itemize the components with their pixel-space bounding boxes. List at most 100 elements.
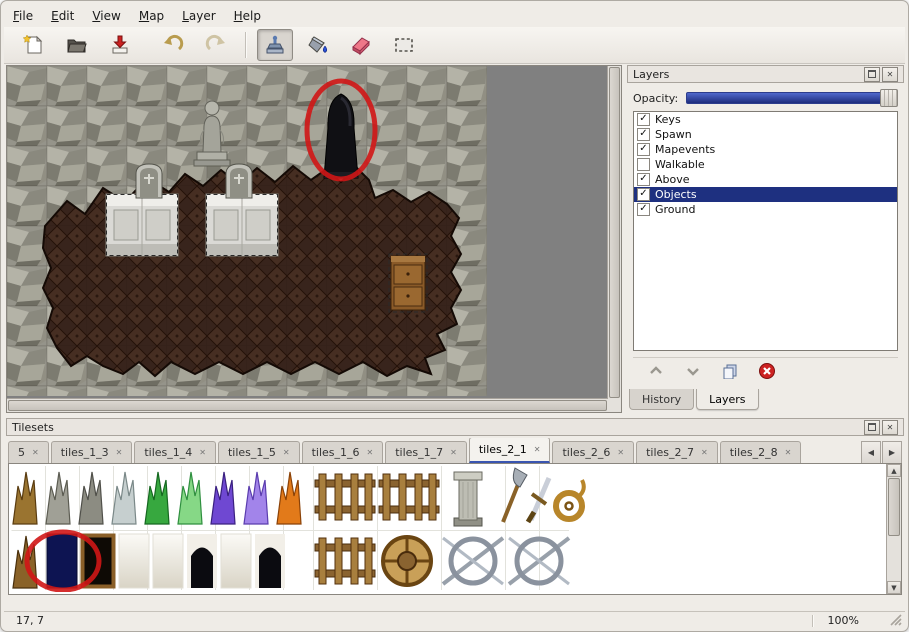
layer-row-keys[interactable]: ✓ Keys (634, 112, 897, 127)
tab-close-icon[interactable]: ✕ (32, 448, 39, 457)
duplicate-layer-button[interactable] (719, 361, 741, 381)
tab-layers[interactable]: Layers (696, 389, 758, 410)
tileset-tab-tiles_2_1[interactable]: tiles_2_1✕ (469, 438, 551, 463)
white-fade-tile[interactable] (153, 534, 183, 588)
layer-row-mapevents[interactable]: ✓ Mapevents (634, 142, 897, 157)
layer-visibility-checkbox[interactable]: ✓ (637, 128, 650, 141)
cursor-position: 17, 7 (16, 614, 798, 627)
map-vertical-scrollbar[interactable] (607, 66, 621, 399)
tab-close-icon[interactable]: ✕ (116, 448, 123, 457)
dark-arch-tile[interactable] (187, 534, 217, 588)
turntable-tile[interactable] (383, 537, 431, 585)
tileset-tab-tiles_2_6[interactable]: tiles_2_6✕ (552, 441, 634, 463)
layer-row-ground[interactable]: ✓ Ground (634, 202, 897, 217)
redo-button[interactable] (198, 29, 234, 61)
menu-help[interactable]: Help (225, 6, 270, 26)
tileset-tab-tiles_2_7[interactable]: tiles_2_7✕ (636, 441, 718, 463)
layer-list[interactable]: ✓ Keys ✓ Spawn ✓ Mapevents ✓ Walkable ✓ … (633, 111, 898, 351)
eraser-tool-button[interactable] (343, 29, 379, 61)
map-viewport[interactable] (6, 65, 622, 413)
open-folder-icon (66, 34, 88, 56)
tab-close-icon[interactable]: ✕ (785, 448, 792, 457)
layer-visibility-checkbox[interactable]: ✓ (637, 203, 650, 216)
map-horizontal-scrollbar[interactable] (7, 398, 608, 412)
redo-icon (205, 34, 227, 56)
move-up-icon (648, 364, 664, 378)
float-panel-button[interactable] (864, 420, 880, 435)
tileset-scrollbar[interactable]: ▲ ▼ (886, 464, 901, 594)
tab-close-icon[interactable]: ✕ (617, 448, 624, 457)
tileset-tab-tiles_1_4[interactable]: tiles_1_4✕ (134, 441, 216, 463)
save-map-button[interactable] (102, 29, 138, 61)
layer-visibility-checkbox[interactable]: ✓ (637, 173, 650, 186)
tab-close-icon[interactable]: ✕ (450, 448, 457, 457)
tab-history[interactable]: History (629, 389, 694, 410)
cabinet-sprite (389, 254, 427, 312)
scrollbar-thumb[interactable] (609, 67, 620, 398)
layer-visibility-checkbox[interactable]: ✓ (637, 143, 650, 156)
pedestal-block-left (106, 194, 178, 256)
scroll-down-button[interactable]: ▼ (887, 581, 901, 594)
layer-visibility-checkbox[interactable]: ✓ (637, 188, 650, 201)
stamp-tool-button[interactable] (257, 29, 293, 61)
scrollbar-thumb[interactable] (8, 400, 607, 411)
undo-button[interactable] (155, 29, 191, 61)
move-layer-down-button[interactable] (682, 361, 704, 381)
map-canvas[interactable] (7, 66, 487, 396)
layer-row-walkable[interactable]: ✓ Walkable (634, 157, 897, 172)
dark-arch-tile[interactable] (255, 534, 285, 588)
tab-close-icon[interactable]: ✕ (199, 448, 206, 457)
menu-edit[interactable]: Edit (42, 6, 83, 26)
tab-close-icon[interactable]: ✕ (367, 448, 374, 457)
layer-label: Keys (655, 113, 681, 126)
menu-view[interactable]: View (83, 6, 129, 26)
tileset-tab-tiles_1_7[interactable]: tiles_1_7✕ (385, 441, 467, 463)
tileset-tab-partial[interactable]: 5✕ (8, 441, 49, 463)
close-panel-button[interactable]: ✕ (882, 67, 898, 82)
tileset-content[interactable]: ▲ ▼ (8, 463, 902, 595)
tileset-tab-tiles_2_8[interactable]: tiles_2_8✕ (720, 441, 802, 463)
fill-tool-button[interactable] (300, 29, 336, 61)
open-map-button[interactable] (59, 29, 95, 61)
tileset-tab-tiles_1_3[interactable]: tiles_1_3✕ (51, 441, 133, 463)
zoom-level: 100% (828, 614, 859, 627)
menu-file[interactable]: File (4, 6, 42, 26)
tab-close-icon[interactable]: ✕ (283, 448, 290, 457)
layer-visibility-checkbox[interactable]: ✓ (637, 158, 650, 171)
menu-layer[interactable]: Layer (173, 6, 224, 26)
scroll-up-button[interactable]: ▲ (887, 464, 901, 477)
scroll-tabs-left-button[interactable]: ◀ (861, 441, 881, 464)
layer-tools (633, 357, 898, 384)
layer-row-spawn[interactable]: ✓ Spawn (634, 127, 897, 142)
float-panel-button[interactable] (864, 67, 880, 82)
layer-label: Walkable (655, 158, 705, 171)
resize-grip[interactable] (890, 614, 902, 626)
layer-label: Spawn (655, 128, 692, 141)
check-icon: ✓ (639, 113, 647, 124)
scroll-tabs-right-button[interactable]: ▶ (882, 441, 902, 464)
check-icon: ✓ (639, 173, 647, 184)
opacity-slider-handle[interactable] (880, 89, 898, 107)
scrollbar-thumb[interactable] (888, 478, 900, 536)
tileset-tab-tiles_1_6[interactable]: tiles_1_6✕ (302, 441, 384, 463)
close-panel-button[interactable]: ✕ (882, 420, 898, 435)
tab-close-icon[interactable]: ✕ (534, 445, 541, 454)
move-layer-up-button[interactable] (645, 361, 667, 381)
delete-layer-button[interactable] (756, 361, 778, 381)
tileset-canvas[interactable] (9, 464, 885, 592)
menu-map[interactable]: Map (130, 6, 173, 26)
opacity-slider[interactable] (686, 92, 898, 104)
white-tile[interactable] (119, 534, 149, 588)
statusbar: 17, 7 100% (4, 611, 905, 629)
tileset-selected-tile[interactable] (47, 534, 77, 588)
white-fade-tile[interactable] (221, 534, 251, 588)
layer-visibility-checkbox[interactable]: ✓ (637, 113, 650, 126)
layer-row-objects[interactable]: ✓ Objects (634, 187, 897, 202)
opacity-row: Opacity: (633, 89, 898, 107)
tab-close-icon[interactable]: ✕ (701, 448, 708, 457)
tileset-tab-tiles_1_5[interactable]: tiles_1_5✕ (218, 441, 300, 463)
new-map-button[interactable] (16, 29, 52, 61)
select-tool-button[interactable] (386, 29, 422, 61)
status-separator (812, 615, 814, 627)
layer-row-above[interactable]: ✓ Above (634, 172, 897, 187)
